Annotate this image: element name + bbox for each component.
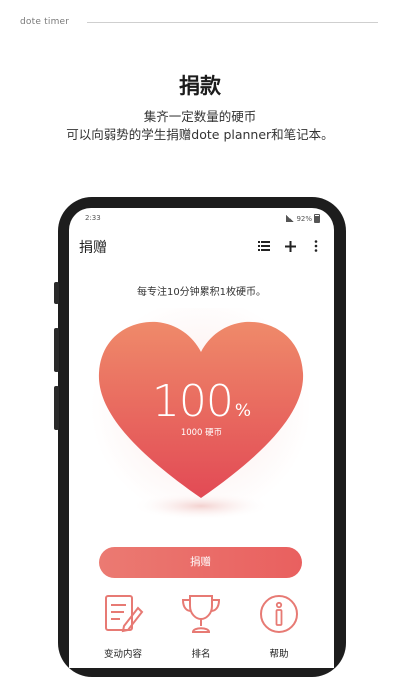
heart-progress: 100% 1000 硬币 [69, 308, 334, 558]
more-vertical-icon[interactable] [308, 238, 324, 254]
phone-screen: 2:33 92% 捐赠 每专注10分钟累积1枚硬币。 100 % 1000 硬币… [69, 208, 334, 668]
coin-hint: 每专注10分钟累积1枚硬币。 [136, 287, 267, 298]
list-icon[interactable] [256, 238, 272, 254]
coin-count: 1000 硬币 [180, 428, 223, 438]
progress-unit: % [234, 401, 252, 421]
app-title: 捐赠 [79, 240, 107, 256]
app-bar: 捐赠 [69, 234, 334, 260]
brand-divider [87, 22, 378, 23]
phone-side-button [54, 386, 59, 430]
phone-side-button [54, 328, 59, 372]
status-indicators: 92% [286, 214, 320, 223]
status-bar: 2:33 92% [69, 208, 334, 226]
nav-item-ranking[interactable]: 排名 [161, 592, 241, 660]
nav-label-changes: 变动内容 [103, 649, 142, 660]
status-time: 2:33 [85, 214, 101, 222]
nav-item-help[interactable]: 帮助 [239, 592, 319, 660]
edit-document-icon [105, 595, 144, 633]
info-icon [260, 595, 298, 633]
signal-icon [286, 215, 295, 222]
brand-header: dote timer [20, 12, 378, 32]
progress-value: 100% [69, 376, 334, 427]
battery-icon [314, 214, 320, 223]
phone-side-button [54, 282, 59, 304]
hero-subtitle-line-2: 可以向弱势的学生捐赠dote planner和笔记本。 [66, 127, 334, 142]
bottom-actions: 变动内容 排名 帮助 [69, 592, 334, 668]
nav-item-changes[interactable]: 变动内容 [83, 592, 163, 660]
nav-label-ranking: 排名 [191, 649, 211, 660]
donate-button[interactable]: 捐赠 [99, 547, 302, 578]
trophy-icon [181, 595, 221, 633]
add-icon[interactable] [282, 238, 298, 254]
toolbar [256, 238, 324, 254]
hero-title: 捐款 [179, 74, 221, 98]
hero-subtitle: 集齐一定数量的硬币 可以向弱势的学生捐赠dote planner和笔记本。 [0, 108, 400, 144]
battery-percent: 92% [296, 214, 312, 223]
brand-name: dote timer [20, 17, 70, 27]
hero-subtitle-line-1: 集齐一定数量的硬币 [143, 109, 257, 124]
nav-label-help: 帮助 [269, 649, 289, 660]
progress-number: 100 [151, 376, 234, 427]
